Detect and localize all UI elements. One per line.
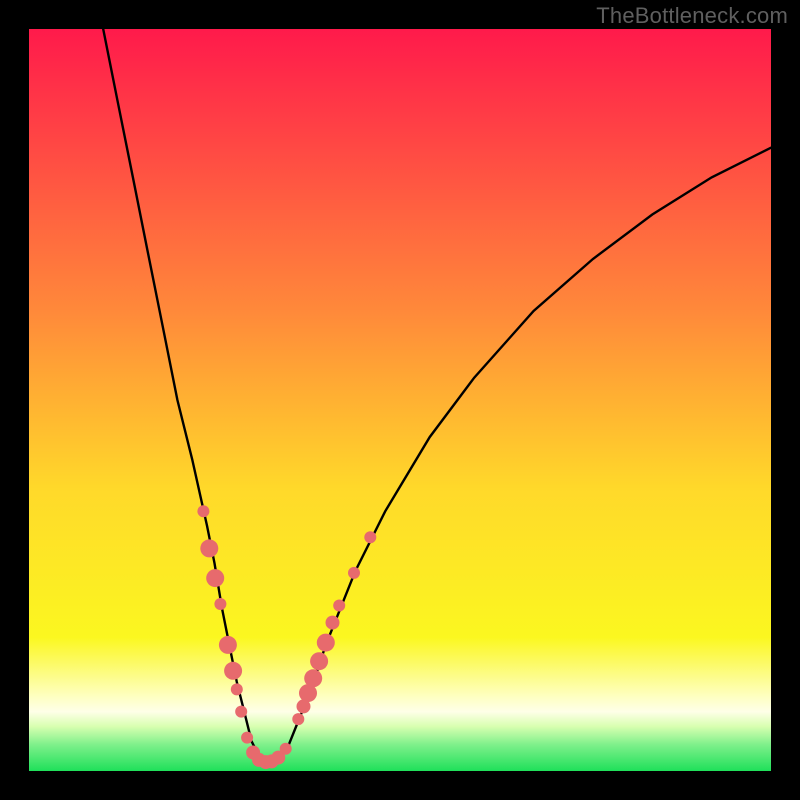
data-dot [348, 567, 360, 579]
data-dot [333, 600, 345, 612]
data-dot [214, 598, 226, 610]
data-dot [219, 636, 237, 654]
data-dot [326, 616, 340, 630]
data-dot [231, 683, 243, 695]
data-dot [364, 531, 376, 543]
data-dot [200, 539, 218, 557]
plot-area [29, 29, 771, 771]
data-dot [241, 732, 253, 744]
data-dot [304, 669, 322, 687]
chart-frame: TheBottleneck.com [0, 0, 800, 800]
chart-svg [29, 29, 771, 771]
watermark-text: TheBottleneck.com [596, 3, 788, 29]
data-dot [310, 652, 328, 670]
data-dot [224, 662, 242, 680]
data-dot [206, 569, 224, 587]
data-dot [317, 634, 335, 652]
data-dot [280, 743, 292, 755]
gradient-background [29, 29, 771, 771]
data-dot [292, 713, 304, 725]
data-dot [197, 505, 209, 517]
data-dot [235, 706, 247, 718]
